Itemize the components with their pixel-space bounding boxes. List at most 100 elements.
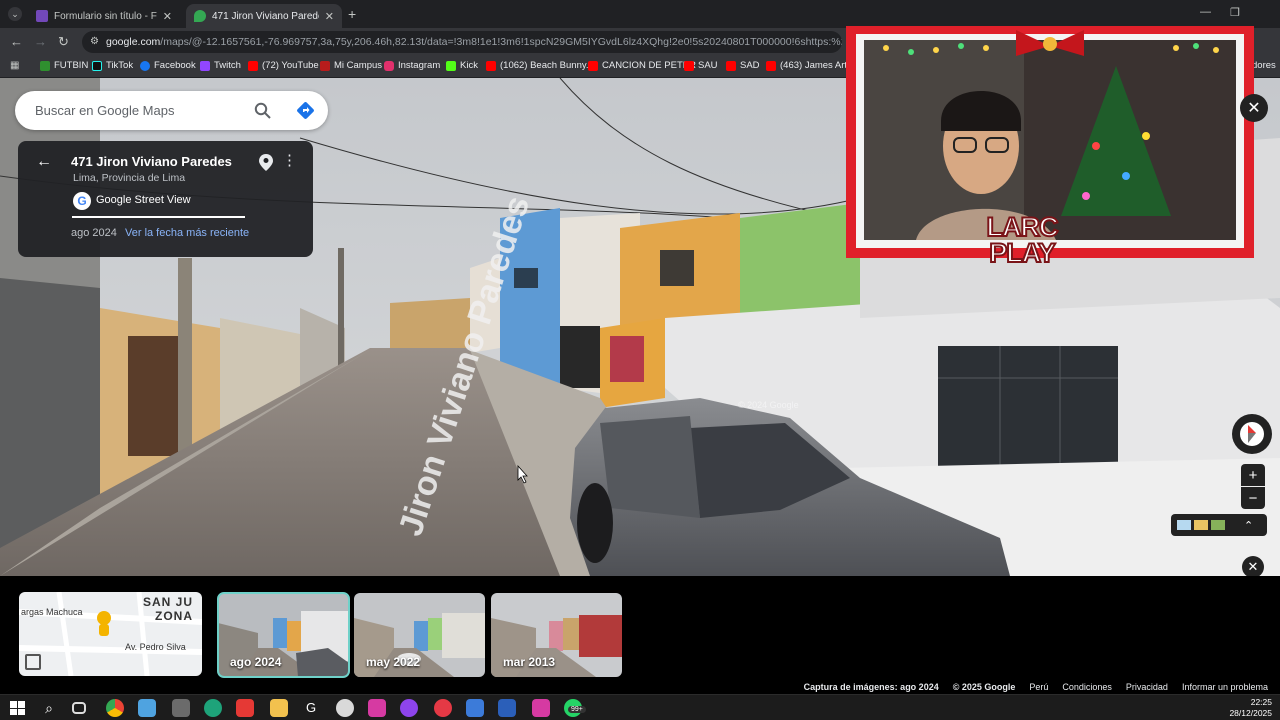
url-host: google.com [106,36,161,48]
layer-thumb-icon [1211,520,1225,530]
layer-thumb-icon [1194,520,1208,530]
tab-search-icon[interactable]: ⌄ [8,7,22,21]
location-title: 471 Jiron Viviano Paredes [71,154,232,169]
app-icon[interactable] [236,699,254,717]
timeline-thumb[interactable]: mar 2013 [491,593,622,677]
youtube-icon [486,60,496,71]
bookmark-label: (72) YouTube [262,60,319,71]
apps-grid-icon[interactable]: ▦ [10,60,19,71]
site-info-icon[interactable]: ⚙ [90,36,99,47]
clock-date: 28/12/2025 [1229,708,1272,718]
bookmark[interactable]: TikTok [92,60,133,71]
report-problem-link[interactable]: Informar un problema [1182,682,1268,692]
capture-date: ago 2024 [71,227,117,239]
chrome-icon[interactable] [106,699,124,717]
app-icon[interactable] [336,699,354,717]
bookmark[interactable]: CANCION DE PETER [588,60,696,71]
app-icon[interactable] [400,699,418,717]
app-icon[interactable] [368,699,386,717]
bookmark[interactable]: SAU [684,60,718,71]
url-path: /maps/@-12.1657561,-76.969757,3a,75y,206… [160,36,842,48]
windows-start-icon[interactable] [8,699,26,717]
bookmark[interactable]: FUTBIN [40,60,88,71]
app-icon[interactable]: G [302,699,320,717]
close-street-view-button[interactable]: ✕ [1240,94,1268,122]
terms-link[interactable]: Condiciones [1062,682,1112,692]
latest-date-link[interactable]: Ver la fecha más reciente [125,227,249,239]
zoom-in-button[interactable]: + [1241,464,1265,486]
app-icon[interactable] [532,699,550,717]
bookmark[interactable]: SAD [726,60,760,71]
bookmark[interactable]: (72) YouTube [248,60,319,71]
address-bar[interactable]: ⚙ google.com/maps/@-12.1657561,-76.96975… [82,31,842,53]
maps-search-box[interactable]: Buscar en Google Maps [15,91,328,130]
task-view-icon[interactable] [72,702,86,714]
street-label: argas Machuca [21,607,83,617]
search-icon[interactable]: ⌕ [40,699,58,717]
layer-thumb-icon [1177,520,1191,530]
maps-icon [194,10,206,22]
new-tab-button[interactable]: + [348,6,356,22]
timeline-date: mar 2013 [503,655,556,669]
kick-icon [446,60,456,71]
search-icon[interactable] [254,102,271,119]
layers-panel-button[interactable]: ⌃ [1171,514,1267,536]
bookmark[interactable]: Mi Campus [320,60,382,71]
bookmark[interactable]: Facebook [140,60,196,71]
zoom-out-button[interactable]: − [1241,487,1265,509]
bookmark[interactable]: (1062) Beach Bunny... [486,60,594,71]
timeline-thumb[interactable]: ago 2024 [217,592,350,678]
calculator-icon[interactable] [466,699,484,717]
forward-icon[interactable]: → [34,34,47,50]
minimize-icon[interactable]: — [1200,6,1211,18]
twitch-icon [200,60,210,71]
youtube-icon [588,60,598,71]
store-icon[interactable] [138,699,156,717]
close-tab-icon[interactable]: ✕ [163,10,172,23]
app-icon[interactable] [434,699,452,717]
search-input[interactable]: Buscar en Google Maps [35,103,174,118]
bookmark-label: dores [1252,60,1276,71]
file-explorer-icon[interactable] [270,699,288,717]
compass-button[interactable] [1232,414,1272,454]
back-icon[interactable]: ← [10,34,23,50]
expand-map-icon[interactable] [25,654,41,670]
country-link[interactable]: Perú [1029,682,1048,692]
brand-line-2: PLAY [988,238,1057,268]
app-icon[interactable] [172,699,190,717]
more-options-icon[interactable]: ⋮ [282,153,297,168]
timeline-thumb[interactable]: may 2022 [354,593,485,677]
all-bookmarks[interactable]: dores [1252,60,1276,71]
street-view-source-link[interactable]: Google Street View [96,194,191,206]
divider [72,216,245,218]
tab-forms[interactable]: Formulario sin título - Formular ✕ [28,4,180,28]
google-logo-icon: G [73,192,91,210]
brand-line-1: LARC [986,212,1060,242]
system-clock[interactable]: 22:25 28/12/2025 [1229,697,1272,719]
restore-icon[interactable]: ❐ [1230,6,1240,19]
directions-icon[interactable] [296,101,315,120]
bookmark-label: Instagram [398,60,441,71]
bookmark[interactable]: Kick [446,60,478,71]
close-tab-icon[interactable]: ✕ [325,10,334,23]
timeline-date: may 2022 [366,655,421,669]
edge-icon[interactable] [204,699,222,717]
bookmark-label: CANCION DE PETER [602,60,696,71]
back-arrow-icon[interactable]: ← [36,153,52,171]
capture-info: Captura de imágenes: ago 2024 [803,682,939,692]
minimap[interactable]: SAN JU ZONA argas Machuca Av. Pedro Silv… [19,592,202,676]
instagram-icon [384,60,394,71]
close-filmstrip-button[interactable]: ✕ [1242,556,1264,578]
facebook-icon [140,60,150,71]
word-icon[interactable] [498,699,516,717]
reload-icon[interactable]: ↻ [58,34,69,50]
map-pin-icon[interactable] [259,154,273,171]
forms-icon [36,10,48,22]
tab-maps[interactable]: 471 Jiron Viviano Paredes - Goo ✕ [186,4,342,28]
street-view-timeline: SAN JU ZONA argas Machuca Av. Pedro Silv… [0,576,1280,694]
youtube-icon [248,60,258,71]
bookmark[interactable]: Twitch [200,60,241,71]
privacy-link[interactable]: Privacidad [1126,682,1168,692]
copyright: © 2025 Google [952,682,1016,692]
bookmark[interactable]: Instagram [384,60,440,71]
